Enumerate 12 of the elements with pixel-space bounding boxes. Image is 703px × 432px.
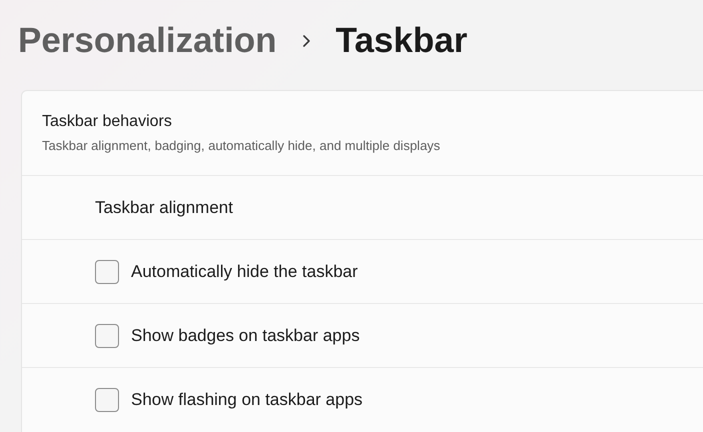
checkbox[interactable] — [95, 260, 119, 284]
section-subtitle: Taskbar alignment, badging, automatically hide, and multiple displays — [42, 137, 442, 156]
chevron-right-icon — [302, 35, 310, 47]
breadcrumb-link[interactable]: Personalization — [18, 14, 277, 68]
checkbox-option[interactable]: Show badges on taskbar apps — [95, 322, 360, 348]
setting-label: Taskbar alignment — [95, 196, 233, 219]
checkbox-option[interactable]: Automatically hide the taskbar — [95, 258, 358, 284]
checkbox-option[interactable]: Show flashing on taskbar apps — [95, 387, 363, 413]
section-title: Taskbar behaviors — [42, 112, 173, 132]
checkbox[interactable] — [95, 388, 119, 412]
page-title: Taskbar — [336, 20, 468, 62]
checkbox[interactable] — [95, 324, 119, 348]
